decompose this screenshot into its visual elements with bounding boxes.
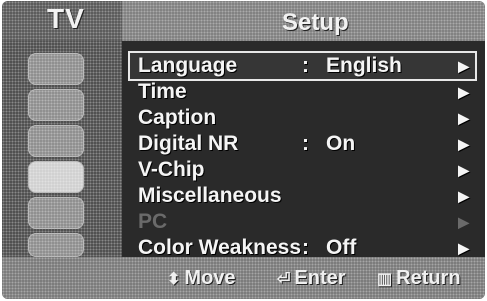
menu-item-separator: : (302, 54, 309, 77)
menu-item-label: Caption (138, 106, 217, 129)
menu-item-label: Language (138, 54, 238, 77)
application-icon[interactable] (28, 233, 84, 257)
arrow-right-icon: ▶ (458, 188, 469, 204)
enter-hint: ⏎ Enter (277, 267, 346, 290)
menu-item-digital-nr[interactable]: Digital NR : On ▶ (130, 131, 475, 157)
menu-item-label: Digital NR (138, 132, 239, 155)
menu-item-miscellaneous[interactable]: Miscellaneous ▶ (130, 183, 475, 209)
button-guide-bar: ⬍ Move ⏎ Enter ▥ Return (2, 257, 485, 299)
arrow-right-icon: ▶ (458, 84, 469, 100)
menu-item-separator: : (302, 132, 309, 155)
menu-title: Setup (282, 9, 349, 36)
menu-item-v-chip[interactable]: V-Chip ▶ (130, 157, 475, 183)
menu-item-label: V-Chip (138, 158, 205, 181)
move-hint-label: Move (184, 267, 236, 289)
return-hint: ▥ Return (377, 267, 461, 290)
menu-item-time[interactable]: Time ▶ (130, 79, 475, 105)
enter-icon: ⏎ (277, 271, 291, 288)
menu-item-language[interactable]: Language : English ▶ (128, 51, 477, 81)
menu-item-pc: PC ▶ (130, 209, 475, 235)
arrow-right-icon: ▶ (458, 136, 469, 152)
enter-hint-label: Enter (294, 267, 346, 289)
sound-icon[interactable] (28, 89, 84, 121)
menu-item-value: On (326, 132, 356, 155)
menu-item-label: PC (138, 210, 168, 233)
up-down-arrows-icon: ⬍ (167, 271, 181, 288)
setup-menu-screen: TV Setup Language : English ▶ Time ▶ Cap… (2, 1, 485, 299)
return-hint-label: Return (396, 267, 461, 289)
menu-item-label: Time (138, 80, 187, 103)
move-hint: ⬍ Move (167, 267, 236, 290)
setup-icon[interactable] (28, 161, 84, 193)
input-icon[interactable] (28, 197, 84, 229)
menu-item-label: Miscellaneous (138, 184, 282, 207)
channel-icon[interactable] (28, 125, 84, 157)
section-label: TV (47, 3, 85, 34)
menu-header: TV Setup (2, 1, 485, 41)
return-icon: ▥ (377, 271, 393, 288)
arrow-right-icon: ▶ (458, 214, 469, 230)
sidebar (2, 41, 122, 257)
menu-item-caption[interactable]: Caption ▶ (130, 105, 475, 131)
picture-icon[interactable] (28, 53, 84, 85)
arrow-right-icon: ▶ (458, 58, 469, 74)
menu-item-value: English (326, 54, 402, 77)
arrow-right-icon: ▶ (458, 162, 469, 178)
arrow-right-icon: ▶ (458, 110, 469, 126)
menu-list: Language : English ▶ Time ▶ Caption ▶ Di… (122, 41, 485, 259)
